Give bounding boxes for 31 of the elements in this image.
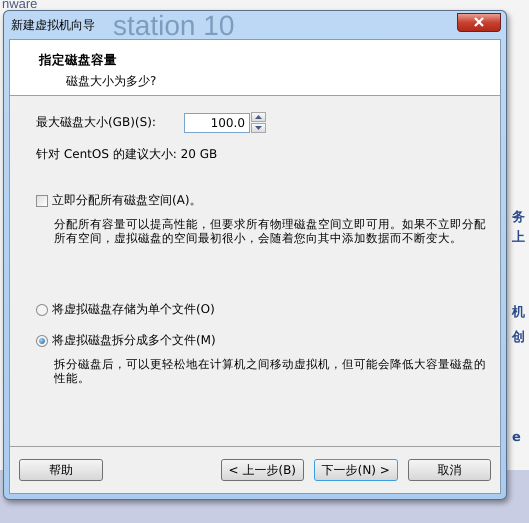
description-text: 拆分磁盘后，可以更轻松地在计算机之间移动虚拟机，但可能会降低大容量磁盘的性能。 — [54, 357, 487, 385]
background-text: 创 — [512, 329, 525, 346]
wizard-button[interactable]: 帮助 — [19, 459, 102, 481]
background-text: 上 — [512, 229, 525, 246]
up-arrow-icon — [255, 115, 262, 119]
spin-up-button[interactable] — [251, 112, 266, 122]
close-icon — [473, 17, 485, 27]
checkbox-label[interactable]: 立即分配所有磁盘空间(A)。 — [52, 192, 202, 209]
checkbox[interactable] — [36, 194, 48, 206]
logo-text: nware — [2, 0, 38, 10]
step-subtitle: 磁盘大小为多少? — [66, 73, 158, 90]
background-text: e — [512, 430, 521, 445]
field-label: 最大磁盘大小(GB)(S): — [36, 114, 157, 131]
background-text: 机 — [512, 304, 525, 321]
wizard-button[interactable]: 下一步(N) > — [314, 459, 398, 481]
radio-button[interactable] — [36, 304, 48, 316]
background-text: 务 — [512, 209, 525, 226]
down-arrow-icon — [255, 126, 262, 130]
step-title: 指定磁盘容量 — [39, 52, 118, 69]
recommendation-text: 针对 CentOS 的建议大小: 20 GB — [36, 146, 218, 163]
spin-down-button[interactable] — [251, 123, 266, 133]
radio-label[interactable]: 将虚拟磁盘拆分成多个文件(M) — [52, 332, 216, 349]
wizard-button[interactable]: < 上一步(B) — [220, 459, 304, 481]
description-text: 分配所有容量可以提高性能，但要求所有物理磁盘空间立即可用。如果不立即分配所有空间，虚拟磁盘的空间最初很小，会随着您向其中添加数据而不断变大。 — [54, 217, 487, 245]
close-button[interactable] — [457, 12, 501, 32]
radio-button[interactable] — [36, 334, 48, 346]
background-text: station 10 — [113, 11, 234, 41]
window-title: 新建虚拟机向导 — [10, 16, 95, 34]
radio-label[interactable]: 将虚拟磁盘存储为单个文件(O) — [52, 301, 215, 318]
disk-size-field[interactable]: 100.0 — [184, 112, 250, 132]
wizard-button[interactable]: 取消 — [408, 459, 491, 481]
